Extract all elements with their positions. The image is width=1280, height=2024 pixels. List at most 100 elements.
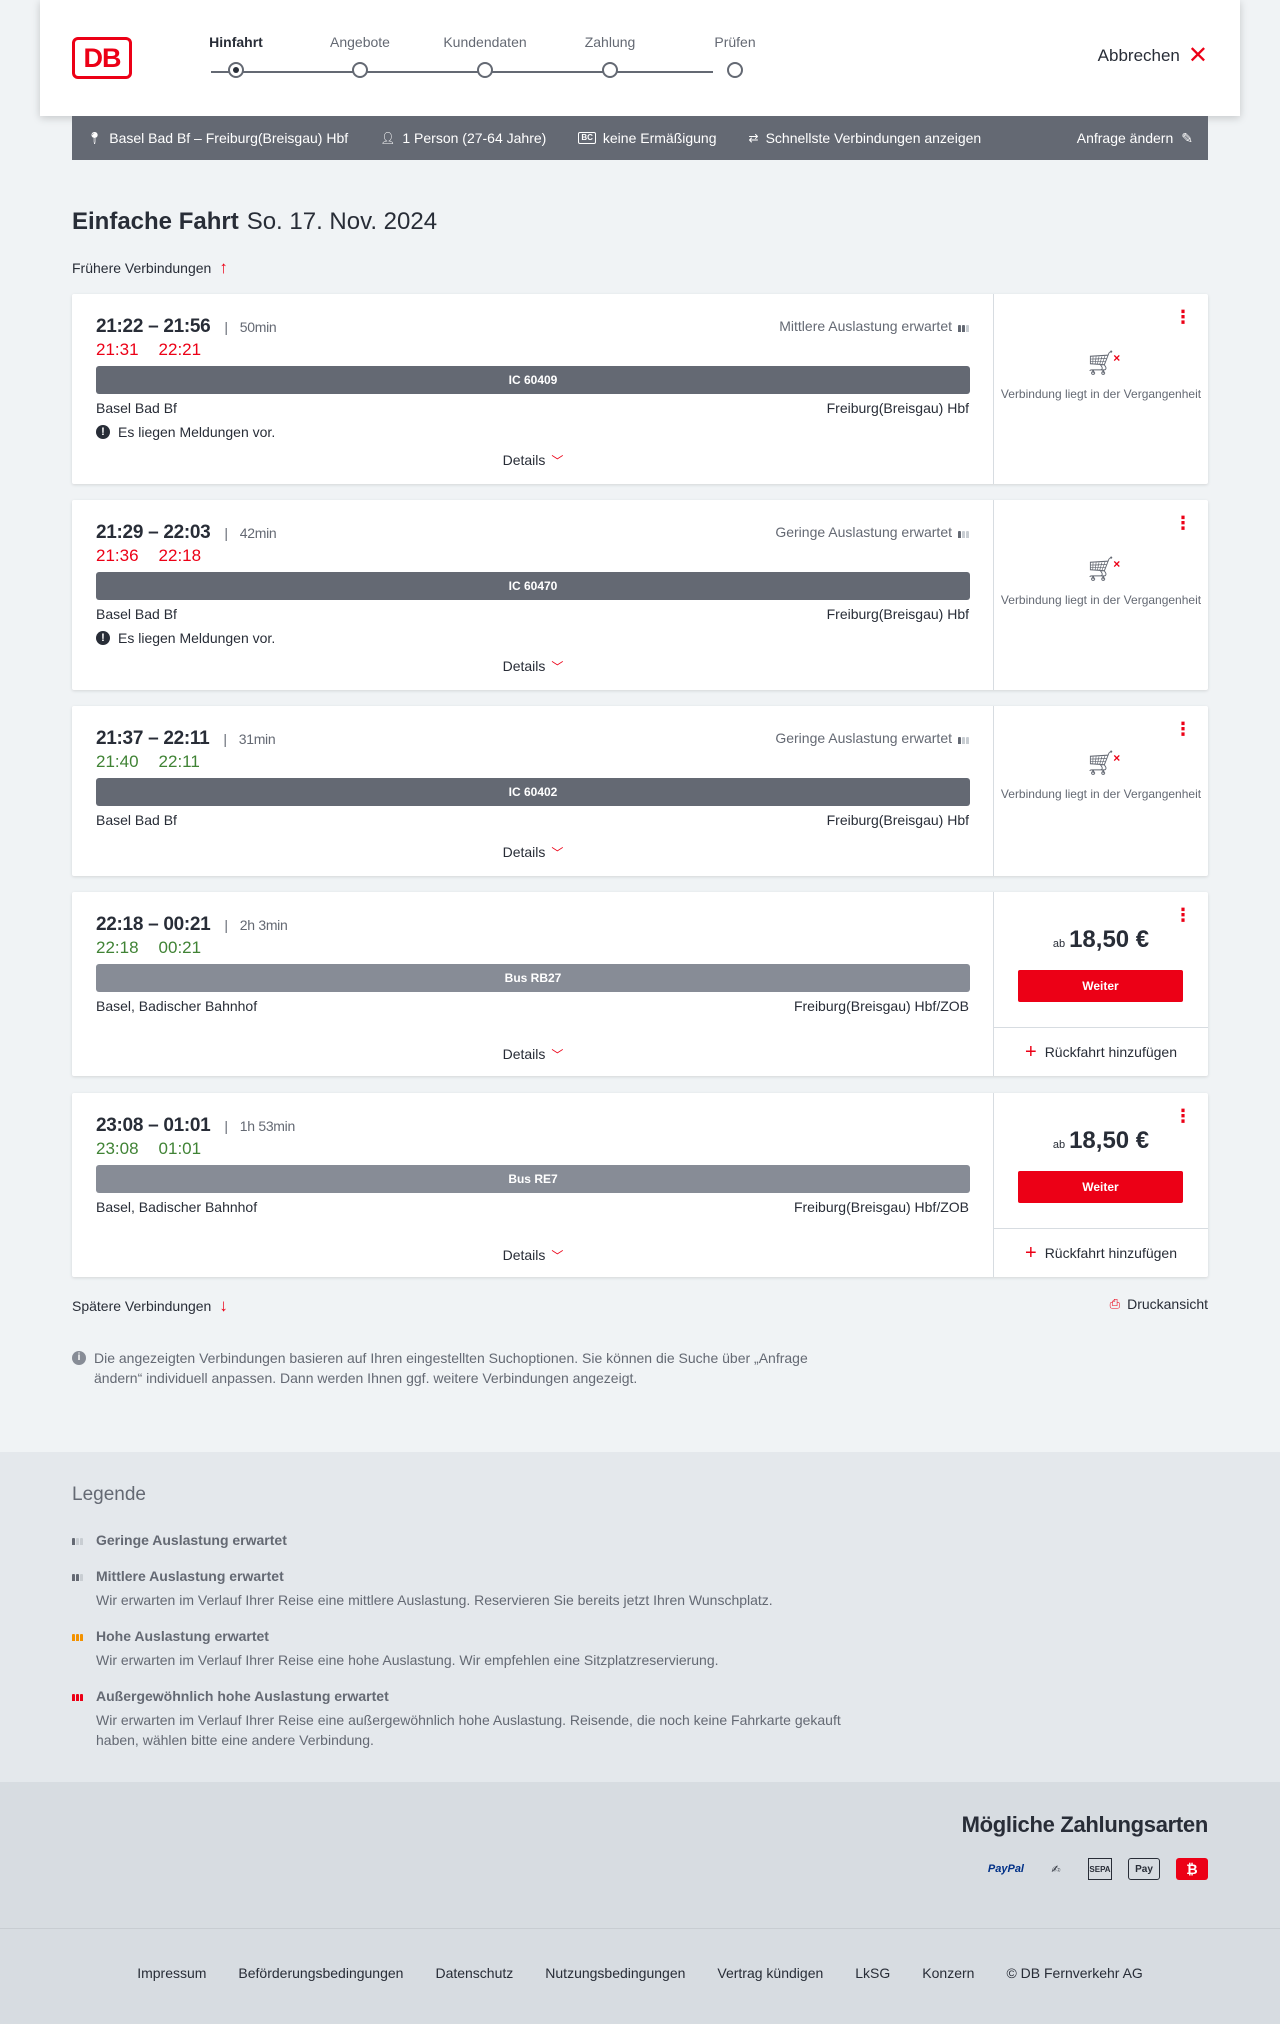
message-notice: ! Es liegen Meldungen vor. <box>96 630 275 646</box>
message-notice: ! Es liegen Meldungen vor. <box>96 424 275 440</box>
swap-arrows-icon: ⇄ <box>748 131 759 145</box>
later-connections-link[interactable]: Spätere Verbindungen ↓ <box>72 1296 228 1316</box>
legend-item-desc: Wir erwarten im Verlauf Ihrer Reise eine… <box>96 1652 719 1668</box>
edit-search-button[interactable]: Anfrage ändern ✎ <box>1077 130 1193 147</box>
footer-link-befoerderungsbedingungen[interactable]: Beförderungsbedingungen <box>238 1965 403 1981</box>
add-return-button[interactable]: + Rückfahrt hinzufügen <box>994 1228 1208 1277</box>
pencil-icon: ✎ <box>1181 129 1193 146</box>
realtime-arrival: 22:21 <box>158 340 202 359</box>
chevron-down-icon: ﹀ <box>551 846 564 860</box>
footer-link-nutzungsbedingungen[interactable]: Nutzungsbedingungen <box>545 1965 685 1981</box>
realtime-arrival: 22:18 <box>158 546 202 565</box>
payment-methods-section: Mögliche Zahlungsarten PayPal ✍︎ SEPA Pa… <box>0 1782 1280 1928</box>
legend-title-text: Außergewöhnlich hohe Auslastung erwartet <box>96 1688 389 1704</box>
occupancy-high-icon <box>72 1630 83 1641</box>
details-toggle[interactable]: Details ﹀ <box>72 1247 994 1264</box>
train-bar[interactable]: IC 60402 <box>96 778 970 806</box>
past-text: Verbindung liegt in der Vergangenheit <box>1000 787 1202 801</box>
arrival-station: Freiburg(Breisgau) Hbf <box>826 400 969 416</box>
connection-card: 21:29 – 22:03 42min 21:36 22:18 Geringe Au… <box>72 500 1208 690</box>
cancel-label: Abbrechen <box>1097 46 1180 65</box>
earlier-label: Frühere Verbindungen <box>72 260 212 276</box>
planned-times: 22:18 – 00:21 2h 3min <box>96 914 288 936</box>
more-options-icon[interactable]: ⋮ <box>1174 308 1192 326</box>
times-text: 22:18 – 00:21 <box>96 914 211 935</box>
db-logo[interactable]: DB <box>72 37 132 79</box>
alert-icon: ! <box>96 631 110 645</box>
duration: 2h 3min <box>224 917 288 933</box>
print-view-link[interactable]: ⎙ Druckansicht <box>1110 1296 1208 1312</box>
offer-panel: ⋮ 🛒︎ Verbindung liegt in der Vergangenhei… <box>994 294 1208 484</box>
route-summary: 📍︎ Basel Bad Bf – Freiburg(Breisgau) Hbf <box>87 130 348 146</box>
printer-icon: ⎙ <box>1109 1296 1121 1311</box>
offer-panel: ⋮ 🛒︎ Verbindung liegt in der Vergangenhei… <box>994 706 1208 876</box>
top-header: DB Hinfahrt Angebote Kundendaten Zahlung… <box>40 0 1240 116</box>
footer-link-datenschutz[interactable]: Datenschutz <box>435 1965 513 1981</box>
occupancy-info: Mittlere Auslastung erwartet <box>779 318 969 334</box>
occupancy-text: Mittlere Auslastung erwartet <box>779 318 952 334</box>
realtime-times: 22:18 00:21 <box>96 938 201 958</box>
more-options-icon[interactable]: ⋮ <box>1174 906 1192 924</box>
connection-card: 23:08 – 01:01 1h 53min 23:08 01:01 Bus RE7… <box>72 1093 1208 1277</box>
train-bar[interactable]: IC 60470 <box>96 572 970 600</box>
train-bar[interactable]: IC 60409 <box>96 366 970 394</box>
cart-disabled-icon: 🛒︎ <box>1086 350 1121 376</box>
legend-item-title: Außergewöhnlich hohe Auslastung erwartet <box>72 1688 872 1704</box>
footer-link-konzern[interactable]: Konzern <box>922 1965 974 1981</box>
travellers-text: 1 Person (27-64 Jahre) <box>402 130 547 146</box>
step-label: Kundendaten <box>443 34 527 50</box>
person-icon: 👤︎ <box>380 131 396 145</box>
booking-stepper: Hinfahrt Angebote Kundendaten Zahlung Pr… <box>176 34 801 84</box>
payment-title: Mögliche Zahlungsarten <box>961 1812 1209 1837</box>
cancel-button[interactable]: Abbrechen ✕ <box>1097 42 1208 69</box>
times-text: 21:22 – 21:56 <box>96 316 211 337</box>
occupancy-exceptional-icon <box>72 1690 83 1701</box>
continue-button[interactable]: Weiter <box>1018 970 1183 1002</box>
duration: 50min <box>224 319 277 335</box>
bus-bar[interactable]: Bus RE7 <box>96 1165 970 1193</box>
connection-info: 23:08 – 01:01 1h 53min 23:08 01:01 Bus RE7… <box>72 1093 994 1277</box>
footer-link-vertrag-kuendigen[interactable]: Vertrag kündigen <box>717 1965 823 1981</box>
payment-icons: PayPal ✍︎ SEPA Pay ₿ <box>988 1858 1208 1880</box>
more-options-icon[interactable]: ⋮ <box>1174 514 1192 532</box>
past-text: Verbindung liegt in der Vergangenheit <box>1000 387 1202 401</box>
footer-link-lksg[interactable]: LkSG <box>855 1965 890 1981</box>
arrival-station: Freiburg(Breisgau) Hbf/ZOB <box>793 1199 969 1215</box>
occupancy-info: Geringe Auslastung erwartet <box>775 730 969 746</box>
info-icon: i <box>72 1351 86 1365</box>
edit-search-label: Anfrage ändern <box>1076 130 1174 146</box>
search-summary-bar: 📍︎ Basel Bad Bf – Freiburg(Breisgau) Hbf … <box>72 116 1208 160</box>
plus-icon: + <box>1025 1241 1037 1264</box>
earlier-connections-link[interactable]: Frühere Verbindungen ↑ <box>72 258 228 278</box>
step-angebote: Angebote <box>300 34 420 78</box>
footer-link-impressum[interactable]: Impressum <box>137 1965 206 1981</box>
footer-copyright: © DB Fernverkehr AG <box>1006 1965 1143 1981</box>
more-options-icon[interactable]: ⋮ <box>1174 1107 1192 1125</box>
past-text: Verbindung liegt in der Vergangenheit <box>1000 593 1202 607</box>
realtime-departure: 23:08 <box>96 1139 139 1158</box>
planned-times: 21:37 – 22:11 31min <box>96 728 276 750</box>
occupancy-icon <box>958 527 969 538</box>
footer-links: Impressum Beförderungsbedingungen Datens… <box>0 1965 1280 1981</box>
connection-card: 22:18 – 00:21 2h 3min 22:18 00:21 Bus RB27… <box>72 892 1208 1076</box>
bus-bar[interactable]: Bus RB27 <box>96 964 970 992</box>
add-return-button[interactable]: + Rückfahrt hinzufügen <box>994 1027 1208 1076</box>
realtime-departure: 21:40 <box>96 752 139 771</box>
details-toggle[interactable]: Details ﹀ <box>72 658 994 675</box>
departure-station: Basel Bad Bf <box>96 812 177 828</box>
details-toggle[interactable]: Details ﹀ <box>72 452 994 469</box>
details-toggle[interactable]: Details ﹀ <box>72 1046 994 1063</box>
close-icon: ✕ <box>1187 42 1208 69</box>
more-options-icon[interactable]: ⋮ <box>1174 720 1192 738</box>
continue-button[interactable]: Weiter <box>1018 1171 1183 1203</box>
option-summary: ⇄ Schnellste Verbindungen anzeigen <box>749 130 982 146</box>
info-text: Die angezeigten Verbindungen basieren au… <box>94 1350 808 1386</box>
legend-item: Außergewöhnlich hohe Auslastung erwartet… <box>72 1688 872 1750</box>
step-label: Prüfen <box>714 34 756 50</box>
occupancy-text: Geringe Auslastung erwartet <box>775 524 952 540</box>
offer-panel: ⋮ ab 18,50 € Weiter + Rückfahrt hinzufügen <box>994 892 1208 1076</box>
message-text: Es liegen Meldungen vor. <box>118 630 276 646</box>
step-hinfahrt[interactable]: Hinfahrt <box>176 34 296 78</box>
legend-item: Mittlere Auslastung erwartet Wir erwarte… <box>72 1568 872 1610</box>
details-toggle[interactable]: Details ﹀ <box>72 844 994 861</box>
